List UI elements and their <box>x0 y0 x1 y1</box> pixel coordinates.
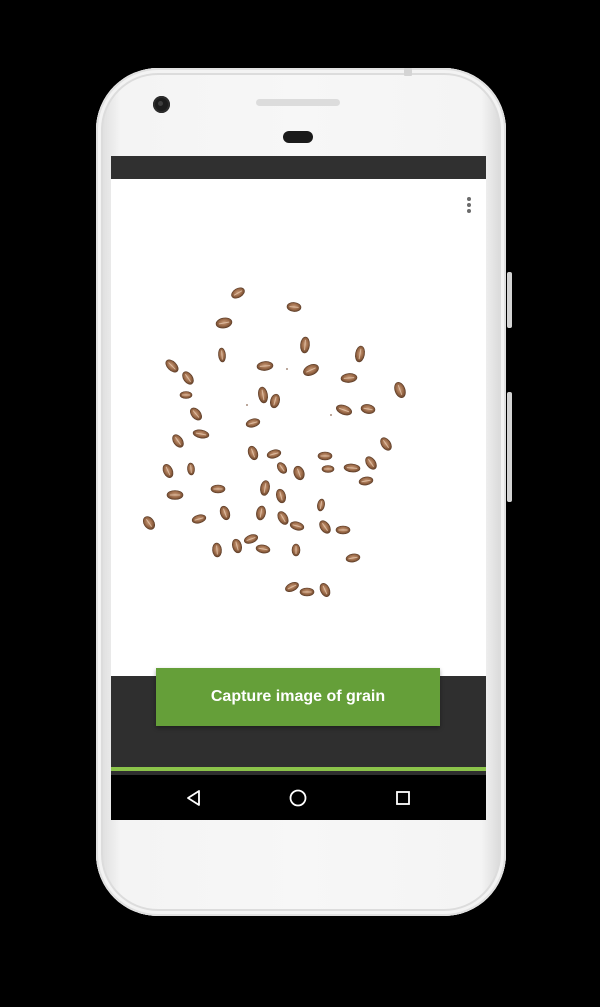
grain-kernel <box>285 582 299 592</box>
grain-kernel <box>218 347 226 363</box>
grain-kernel <box>266 449 282 459</box>
grain-kernel <box>269 393 281 409</box>
grain-kernel <box>231 538 243 554</box>
grain-kernel <box>300 336 310 354</box>
grain-kernel <box>355 345 365 363</box>
grain-kernel <box>335 525 351 535</box>
grain-kernel <box>291 543 301 557</box>
grain-kernel <box>258 386 268 404</box>
grain-sample-image <box>142 287 406 597</box>
grain-kernel <box>255 544 271 554</box>
grain-kernel <box>319 583 331 597</box>
grain-kernel <box>276 462 288 474</box>
screen: Capture image of grain <box>111 156 486 820</box>
grain-kernel <box>219 505 231 521</box>
home-circle-icon <box>289 789 307 806</box>
grain-kernel <box>358 476 374 486</box>
grain-kernel <box>165 359 179 373</box>
grain-kernel <box>317 451 333 461</box>
grain-kernel <box>303 364 319 376</box>
grain-kernel <box>340 373 358 383</box>
grain-kernel <box>360 404 376 414</box>
grain-kernel <box>317 498 325 512</box>
grain-kernel <box>190 407 202 421</box>
grain-kernel <box>245 418 261 428</box>
grain-kernel <box>231 287 245 299</box>
grain-kernel <box>192 429 210 439</box>
grain-kernel <box>210 484 226 494</box>
recents-square-icon <box>396 790 410 805</box>
grain-kernel <box>166 490 184 500</box>
capture-image-button[interactable]: Capture image of grain <box>156 668 440 726</box>
grain-kernel <box>275 488 287 504</box>
power-button <box>507 272 512 328</box>
grain-kernel <box>319 520 331 534</box>
more-vert-icon[interactable] <box>464 197 474 215</box>
back-button[interactable] <box>164 775 224 820</box>
device-mockup: Capture image of grain <box>0 0 600 1007</box>
debris-speck <box>246 404 248 406</box>
debris-speck <box>330 414 332 416</box>
grain-kernel <box>187 462 195 476</box>
grain-kernel <box>345 553 361 563</box>
grain-kernel <box>260 480 270 496</box>
grain-kernel <box>243 534 259 544</box>
grain-kernel <box>336 404 352 416</box>
grain-kernel <box>394 381 406 399</box>
grain-kernel <box>142 516 156 530</box>
front-camera-icon <box>153 96 170 113</box>
grain-kernel <box>256 505 266 521</box>
grain-kernel <box>191 514 207 524</box>
progress-bar <box>111 767 486 771</box>
grain-kernel <box>247 445 259 461</box>
grain-kernel <box>215 317 233 329</box>
grain-kernel <box>293 465 305 481</box>
grain-kernel <box>179 391 193 399</box>
grain-kernel <box>343 463 361 473</box>
grain-kernel <box>286 302 302 312</box>
grain-kernel <box>256 361 274 371</box>
grain-kernel <box>162 464 174 478</box>
grain-kernel <box>277 511 289 525</box>
grain-kernel <box>299 587 315 597</box>
grain-kernel <box>380 437 392 451</box>
grain-kernel <box>289 521 305 531</box>
camera-preview <box>111 179 486 676</box>
grain-kernel <box>321 465 335 473</box>
proximity-sensor <box>283 131 313 143</box>
grain-kernel <box>182 371 194 385</box>
status-bar <box>111 156 486 179</box>
debris-speck <box>286 368 288 370</box>
volume-button <box>507 392 512 502</box>
grain-kernel <box>365 456 377 470</box>
home-button[interactable] <box>268 775 328 820</box>
navigation-bar <box>111 775 486 820</box>
grain-kernel <box>172 434 184 448</box>
back-triangle-icon <box>187 789 200 806</box>
earpiece-speaker <box>256 99 340 106</box>
recents-button[interactable] <box>373 775 433 820</box>
grain-kernel <box>212 542 222 558</box>
top-button <box>404 68 412 76</box>
